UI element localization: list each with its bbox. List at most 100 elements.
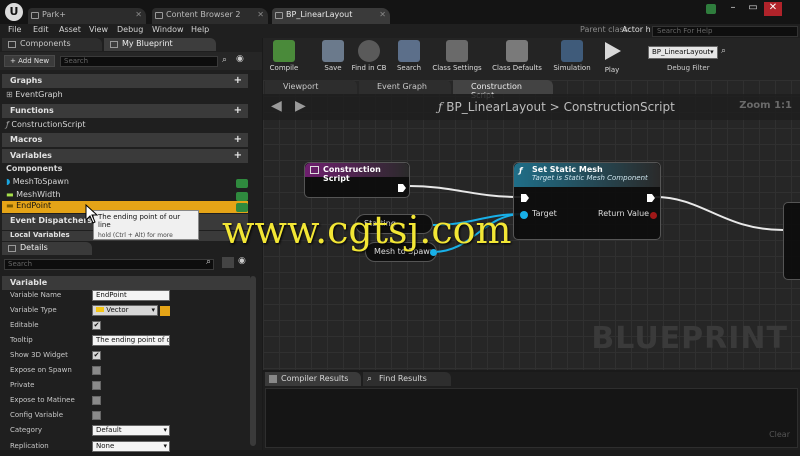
menu-asset[interactable]: Asset [59,25,81,34]
simulation-button[interactable]: Simulation [551,40,593,72]
clear-button[interactable]: Clear [769,430,790,439]
section-graphs[interactable]: Graphs + [2,74,248,88]
variable-name-field[interactable]: EndPoint [92,290,170,301]
item-label: MeshWidth [16,190,61,199]
tab-components[interactable]: Components [2,38,102,51]
target-pin-icon[interactable] [520,211,528,219]
construction-script-node[interactable]: Construction Script [304,162,410,198]
tab-content-browser[interactable]: Content Browser 2 ✕ [152,8,268,24]
exec-wire [408,185,522,198]
details-search-input[interactable]: Search [4,259,214,270]
tab-bp-linearlayout[interactable]: BP_LinearLayout ✕ [272,8,390,24]
expose-to-matinee-checkbox[interactable] [92,396,101,405]
menu-edit[interactable]: Edit [33,25,49,34]
details-scrollbar[interactable] [250,276,256,446]
row-replication: Replication [10,442,49,456]
exec-out-pin-icon[interactable] [397,183,407,193]
visibility-eye-icon[interactable] [236,192,248,201]
mouse-cursor-icon [85,204,99,224]
grid-view-icon[interactable] [222,257,234,268]
search-button[interactable]: Search [394,40,424,72]
offscreen-node[interactable] [783,202,800,280]
search-icon[interactable]: ⌕ [222,55,227,65]
maximize-icon[interactable]: ▭ [744,2,762,16]
section-variable[interactable]: Variable [2,276,250,290]
blueprint-watermark: BLUEPRINT [591,321,788,356]
add-graph-icon[interactable]: + [234,75,242,86]
replication-select[interactable]: None ▾ [92,441,170,452]
exec-in-pin-icon[interactable] [520,193,530,203]
view-options-eye-icon[interactable]: ◉ [238,256,246,266]
tab-details[interactable]: Details [2,242,92,255]
add-variable-icon[interactable]: + [234,150,242,161]
editable-checkbox[interactable]: ✔ [92,321,101,330]
row-expose-to-matinee: Expose to Matinee [10,396,75,410]
menu-view[interactable]: View [89,25,108,34]
search-help-input[interactable]: Search For Help [652,26,798,37]
tooltip-field[interactable]: The ending point of our [92,335,170,346]
add-function-icon[interactable]: + [234,105,242,116]
set-static-mesh-node[interactable]: ƒ Set Static Mesh Target is Static Mesh … [513,162,661,240]
menu-window[interactable]: Window [152,25,184,34]
search-icon[interactable]: ⌕ [206,257,211,267]
tab-my-blueprint[interactable]: My Blueprint [104,38,216,51]
search-icon[interactable]: ⌕ [721,46,726,56]
tree-item-eventgraph[interactable]: ⊞ EventGraph [6,90,63,103]
close-tab-icon[interactable]: ✕ [135,10,142,19]
section-variables[interactable]: Variables + [2,149,248,163]
find-in-cb-button[interactable]: Find in CB [349,40,389,72]
bottom-panel: Compiler Results ⌕ Find Results Clear [263,372,800,450]
tab-park[interactable]: Park+ ✕ [28,8,146,24]
endpoint-tooltip: The ending point of our line hold (Ctrl … [93,210,199,240]
vector-variable-icon: ▬ [6,201,14,210]
compile-button[interactable]: Compile [267,40,301,72]
menu-file[interactable]: File [8,25,21,34]
close-tab-icon[interactable]: ✕ [379,10,386,19]
add-macro-icon[interactable]: + [234,134,242,145]
return-value-pin-icon[interactable] [650,212,657,219]
variable-type-select[interactable]: Vector ▾ [92,305,158,316]
tab-label: Content Browser 2 [166,10,241,19]
view-options-eye-icon[interactable]: ◉ [236,54,244,64]
minimize-icon[interactable]: – [724,2,742,16]
menu-debug[interactable]: Debug [117,25,143,34]
button-label: Play [604,66,620,74]
exec-out-pin-icon[interactable] [646,193,656,203]
debug-object-select[interactable]: BP_LinearLayout▾ [648,46,718,59]
button-label: Class Settings [432,64,482,72]
tree-item-meshtospawn[interactable]: ◗ MeshToSpawn [6,177,248,190]
close-window-icon[interactable]: ✕ [764,2,782,16]
tab-find-results[interactable]: ⌕ Find Results [363,372,451,386]
add-new-button[interactable]: + Add New [4,55,56,67]
item-label: EventGraph [15,90,63,99]
show-3d-widget-checkbox[interactable]: ✔ [92,351,101,360]
close-tab-icon[interactable]: ✕ [257,10,264,19]
parent-class-value[interactable]: Actor h [622,25,651,34]
expose-on-spawn-checkbox[interactable] [92,366,101,375]
my-blueprint-search-input[interactable]: Search [60,56,218,67]
notification-icon[interactable] [706,4,716,14]
row-label: Tooltip [10,336,33,344]
class-settings-button[interactable]: Class Settings [431,40,483,72]
tree-category-components[interactable]: Components [6,164,62,177]
exec-wire-out [654,196,784,231]
node-title: Set Static Mesh [532,165,603,174]
section-functions[interactable]: Functions + [2,104,248,118]
private-checkbox[interactable] [92,381,101,390]
category-select[interactable]: Default ▾ [92,425,170,436]
menu-help[interactable]: Help [191,25,209,34]
section-macros[interactable]: Macros + [2,133,248,147]
container-type-grid-icon[interactable] [160,306,170,316]
node-header: Construction Script [305,163,409,183]
tab-label: BP_LinearLayout [286,10,353,19]
unreal-logo-icon: U [5,3,23,21]
config-variable-checkbox[interactable] [92,411,101,420]
play-icon [605,42,621,60]
visibility-eye-icon[interactable] [236,179,248,188]
select-value: Default [96,426,122,434]
save-button[interactable]: Save [319,40,347,72]
tree-item-constructionscript[interactable]: ƒ ConstructionScript [6,120,86,133]
class-defaults-button[interactable]: Class Defaults [490,40,544,72]
play-button[interactable]: Play [597,40,627,74]
tab-compiler-results[interactable]: Compiler Results [265,372,361,386]
